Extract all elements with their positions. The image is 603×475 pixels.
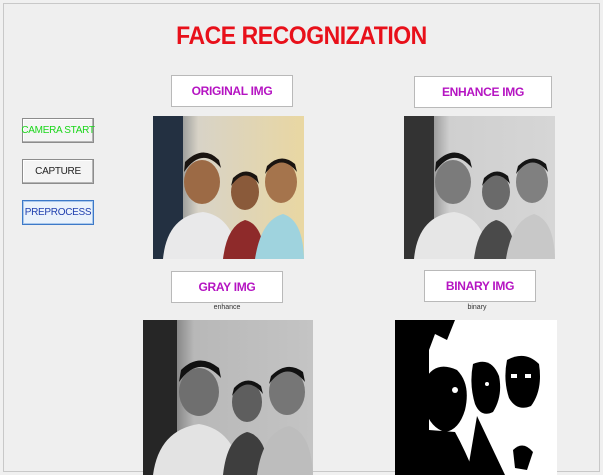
capture-button[interactable]: CAPTURE [22,159,94,184]
camera-start-button[interactable]: CAMERA START [21,118,95,143]
page-title: FACE RECOGNIZATION [176,22,427,50]
binary-image [395,320,557,475]
preprocess-button[interactable]: PREPROCESS [22,200,94,225]
gray-image [143,320,313,475]
original-img-label: ORIGINAL IMG [171,75,293,107]
gray-img-label: GRAY IMG [171,271,283,303]
original-image [153,116,304,259]
gray-axis-title: enhance [213,304,241,311]
binary-axis-title: binary [467,304,487,311]
enhance-img-label: ENHANCE IMG [414,76,552,108]
binary-img-label: BINARY IMG [424,270,536,302]
enhance-image [404,116,555,259]
